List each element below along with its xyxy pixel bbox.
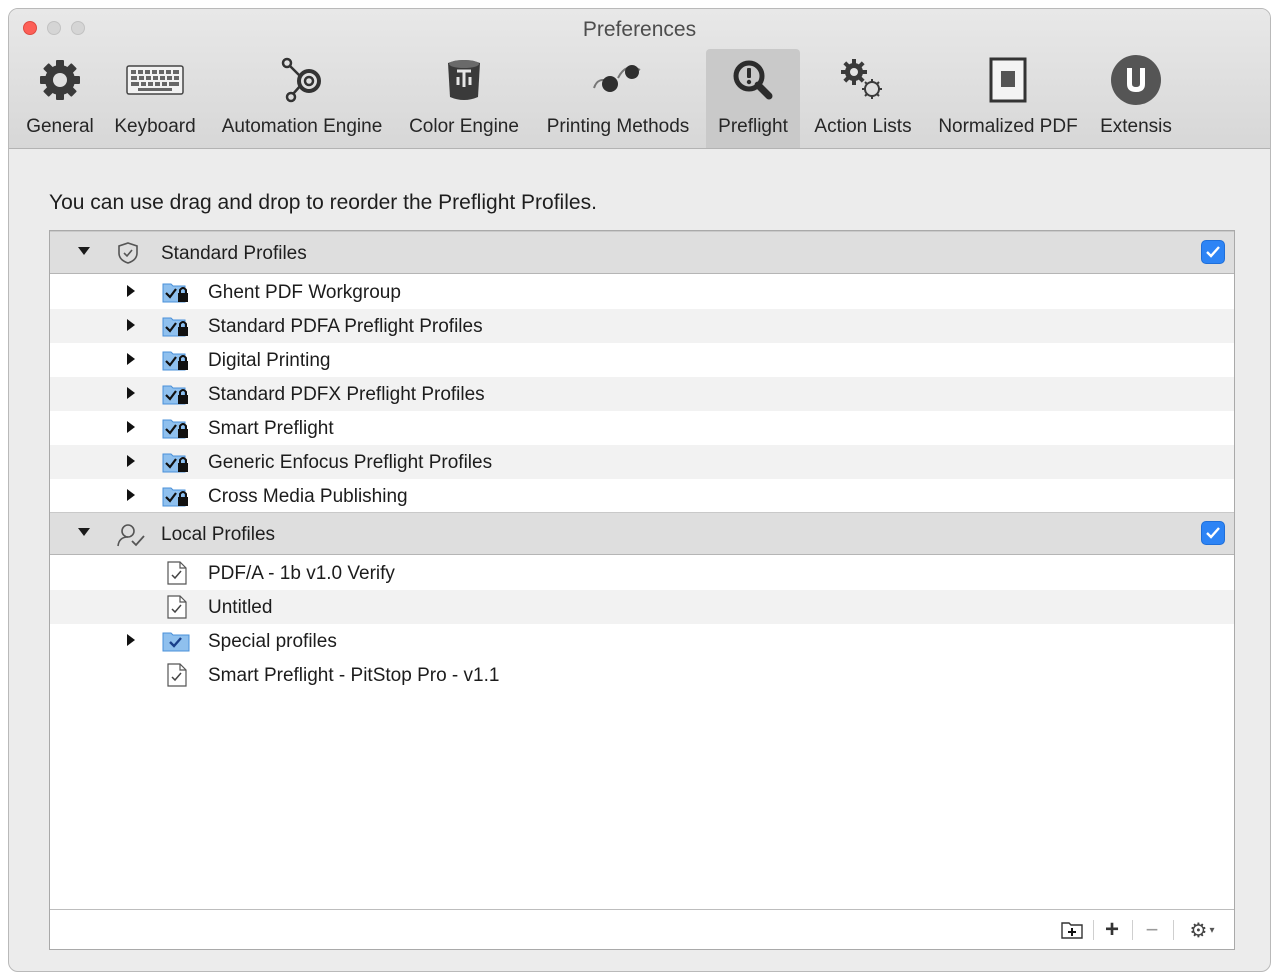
list-item-label: Special profiles [208,631,337,652]
reorder-hint-text: You can use drag and drop to reorder the… [49,191,597,214]
list-item[interactable]: Smart Preflight - PitStop Pro - v1.1 [50,658,1234,692]
list-item-label: Smart Preflight - PitStop Pro - v1.1 [208,665,500,686]
toolbar-item-color-engine[interactable]: Color Engine [401,49,527,148]
titlebar-toolbar: Preferences General Keyboard Automation … [9,9,1270,149]
disclosure-triangle-collapsed[interactable] [127,634,135,646]
list-item-label: Digital Printing [208,350,331,371]
disclosure-triangle-collapsed[interactable] [127,387,135,399]
toolbar-item-action-lists[interactable]: Action Lists [803,49,923,148]
toolbar-item-preflight[interactable]: Preflight [706,49,800,148]
list-item-label: Generic Enfocus Preflight Profiles [208,452,493,473]
checkmark-icon [1206,527,1220,539]
list-item[interactable]: Digital Printing [50,343,1234,377]
toolbar-label: General [26,116,94,137]
toolbar-label: Preflight [718,116,788,137]
preferences-window: Preferences General Keyboard Automation … [8,8,1271,972]
toolbar-label: Normalized PDF [938,116,1078,137]
shield-check-icon [116,241,140,265]
toolbar-label: Extensis [1100,116,1172,137]
list-item[interactable]: Smart Preflight [50,411,1234,445]
list-item[interactable]: Cross Media Publishing [50,479,1234,513]
toolbar-divider [1132,920,1133,940]
list-item-label: Standard PDFX Preflight Profiles [208,384,485,405]
toolbar-item-automation-engine[interactable]: Automation Engine [211,49,393,148]
disclosure-triangle-collapsed[interactable] [127,319,135,331]
normalized-pdf-icon [929,55,1087,105]
toolbar-label: Keyboard [114,116,196,137]
toolbar-label: Color Engine [409,116,519,137]
actions-menu-button[interactable]: ⚙ ▾ [1182,918,1222,942]
locked-folder-check-icon [162,280,192,304]
keyboard-icon [109,55,201,105]
locked-folder-check-icon [162,416,192,440]
profiles-outline-view[interactable]: Standard Profiles Ghent PDF Workgroup St… [49,230,1235,950]
document-check-icon [162,561,192,585]
preflight-magnifier-icon [706,55,800,105]
document-check-icon [162,595,192,619]
toolbar-item-normalized-pdf[interactable]: Normalized PDF [929,49,1087,148]
folder-check-icon [162,629,192,653]
toolbar-label: Action Lists [814,116,912,137]
action-lists-gears-icon [803,55,923,105]
checkmark-icon [1206,246,1220,258]
disclosure-triangle-collapsed[interactable] [127,285,135,297]
locked-folder-check-icon [162,484,192,508]
window-title: Preferences [582,18,697,41]
list-item-label: Cross Media Publishing [208,486,408,507]
toolbar-item-extensis[interactable]: Extensis [1093,49,1179,148]
preflight-pane: You can use drag and drop to reorder the… [9,150,1270,971]
section-header-local-profiles[interactable]: Local Profiles [50,512,1234,555]
list-item[interactable]: Ghent PDF Workgroup [50,275,1234,309]
add-folder-button[interactable] [1060,918,1084,942]
chevron-down-icon: ▾ [1209,924,1215,936]
automation-engine-icon [211,55,393,105]
locked-folder-check-icon [162,348,192,372]
disclosure-triangle-collapsed[interactable] [127,353,135,365]
locked-folder-check-icon [162,450,192,474]
toolbar-item-keyboard[interactable]: Keyboard [109,49,201,148]
list-item[interactable]: Standard PDFA Preflight Profiles [50,309,1234,343]
list-item[interactable]: Untitled [50,590,1234,624]
list-item-label: Smart Preflight [208,418,334,439]
section-label: Local Profiles [161,524,276,545]
gear-icon: ⚙ [1189,919,1208,942]
gear-icon [21,55,99,105]
user-check-icon [116,522,145,547]
list-item-label: Ghent PDF Workgroup [208,282,401,303]
toolbar-item-printing-methods[interactable]: Printing Methods [535,49,701,148]
list-item[interactable]: Special profiles [50,624,1234,658]
document-check-icon [162,663,192,687]
standard-profiles-checkbox[interactable] [1201,240,1225,264]
printing-methods-icon [535,55,701,105]
list-item[interactable]: Standard PDFX Preflight Profiles [50,377,1234,411]
disclosure-triangle-collapsed[interactable] [127,421,135,433]
color-engine-icon [401,55,527,105]
extensis-logo-icon [1093,55,1179,105]
locked-folder-check-icon [162,382,192,406]
toolbar-label: Printing Methods [546,116,690,137]
add-button[interactable]: + [1100,916,1124,943]
section-header-standard-profiles[interactable]: Standard Profiles [50,231,1234,274]
add-folder-icon [1061,922,1083,939]
local-profiles-checkbox[interactable] [1201,521,1225,545]
list-item[interactable]: Generic Enfocus Preflight Profiles [50,445,1234,479]
toolbar-label: Automation Engine [221,116,383,137]
toolbar-divider [1173,920,1174,940]
list-item-label: Standard PDFA Preflight Profiles [208,316,483,337]
disclosure-triangle-collapsed[interactable] [127,489,135,501]
list-item-label: PDF/A - 1b v1.0 Verify [208,563,395,584]
disclosure-triangle-expanded[interactable] [78,247,90,255]
locked-folder-check-icon [162,314,192,338]
list-item[interactable]: PDF/A - 1b v1.0 Verify [50,556,1234,590]
remove-button[interactable]: − [1140,917,1164,942]
disclosure-triangle-expanded[interactable] [78,528,90,536]
section-label: Standard Profiles [161,243,307,264]
toolbar-item-general[interactable]: General [21,49,99,148]
toolbar-divider [1093,920,1094,940]
list-item-label: Untitled [208,597,273,618]
disclosure-triangle-collapsed[interactable] [127,455,135,467]
list-action-bar: + − ⚙ ▾ [50,909,1234,949]
